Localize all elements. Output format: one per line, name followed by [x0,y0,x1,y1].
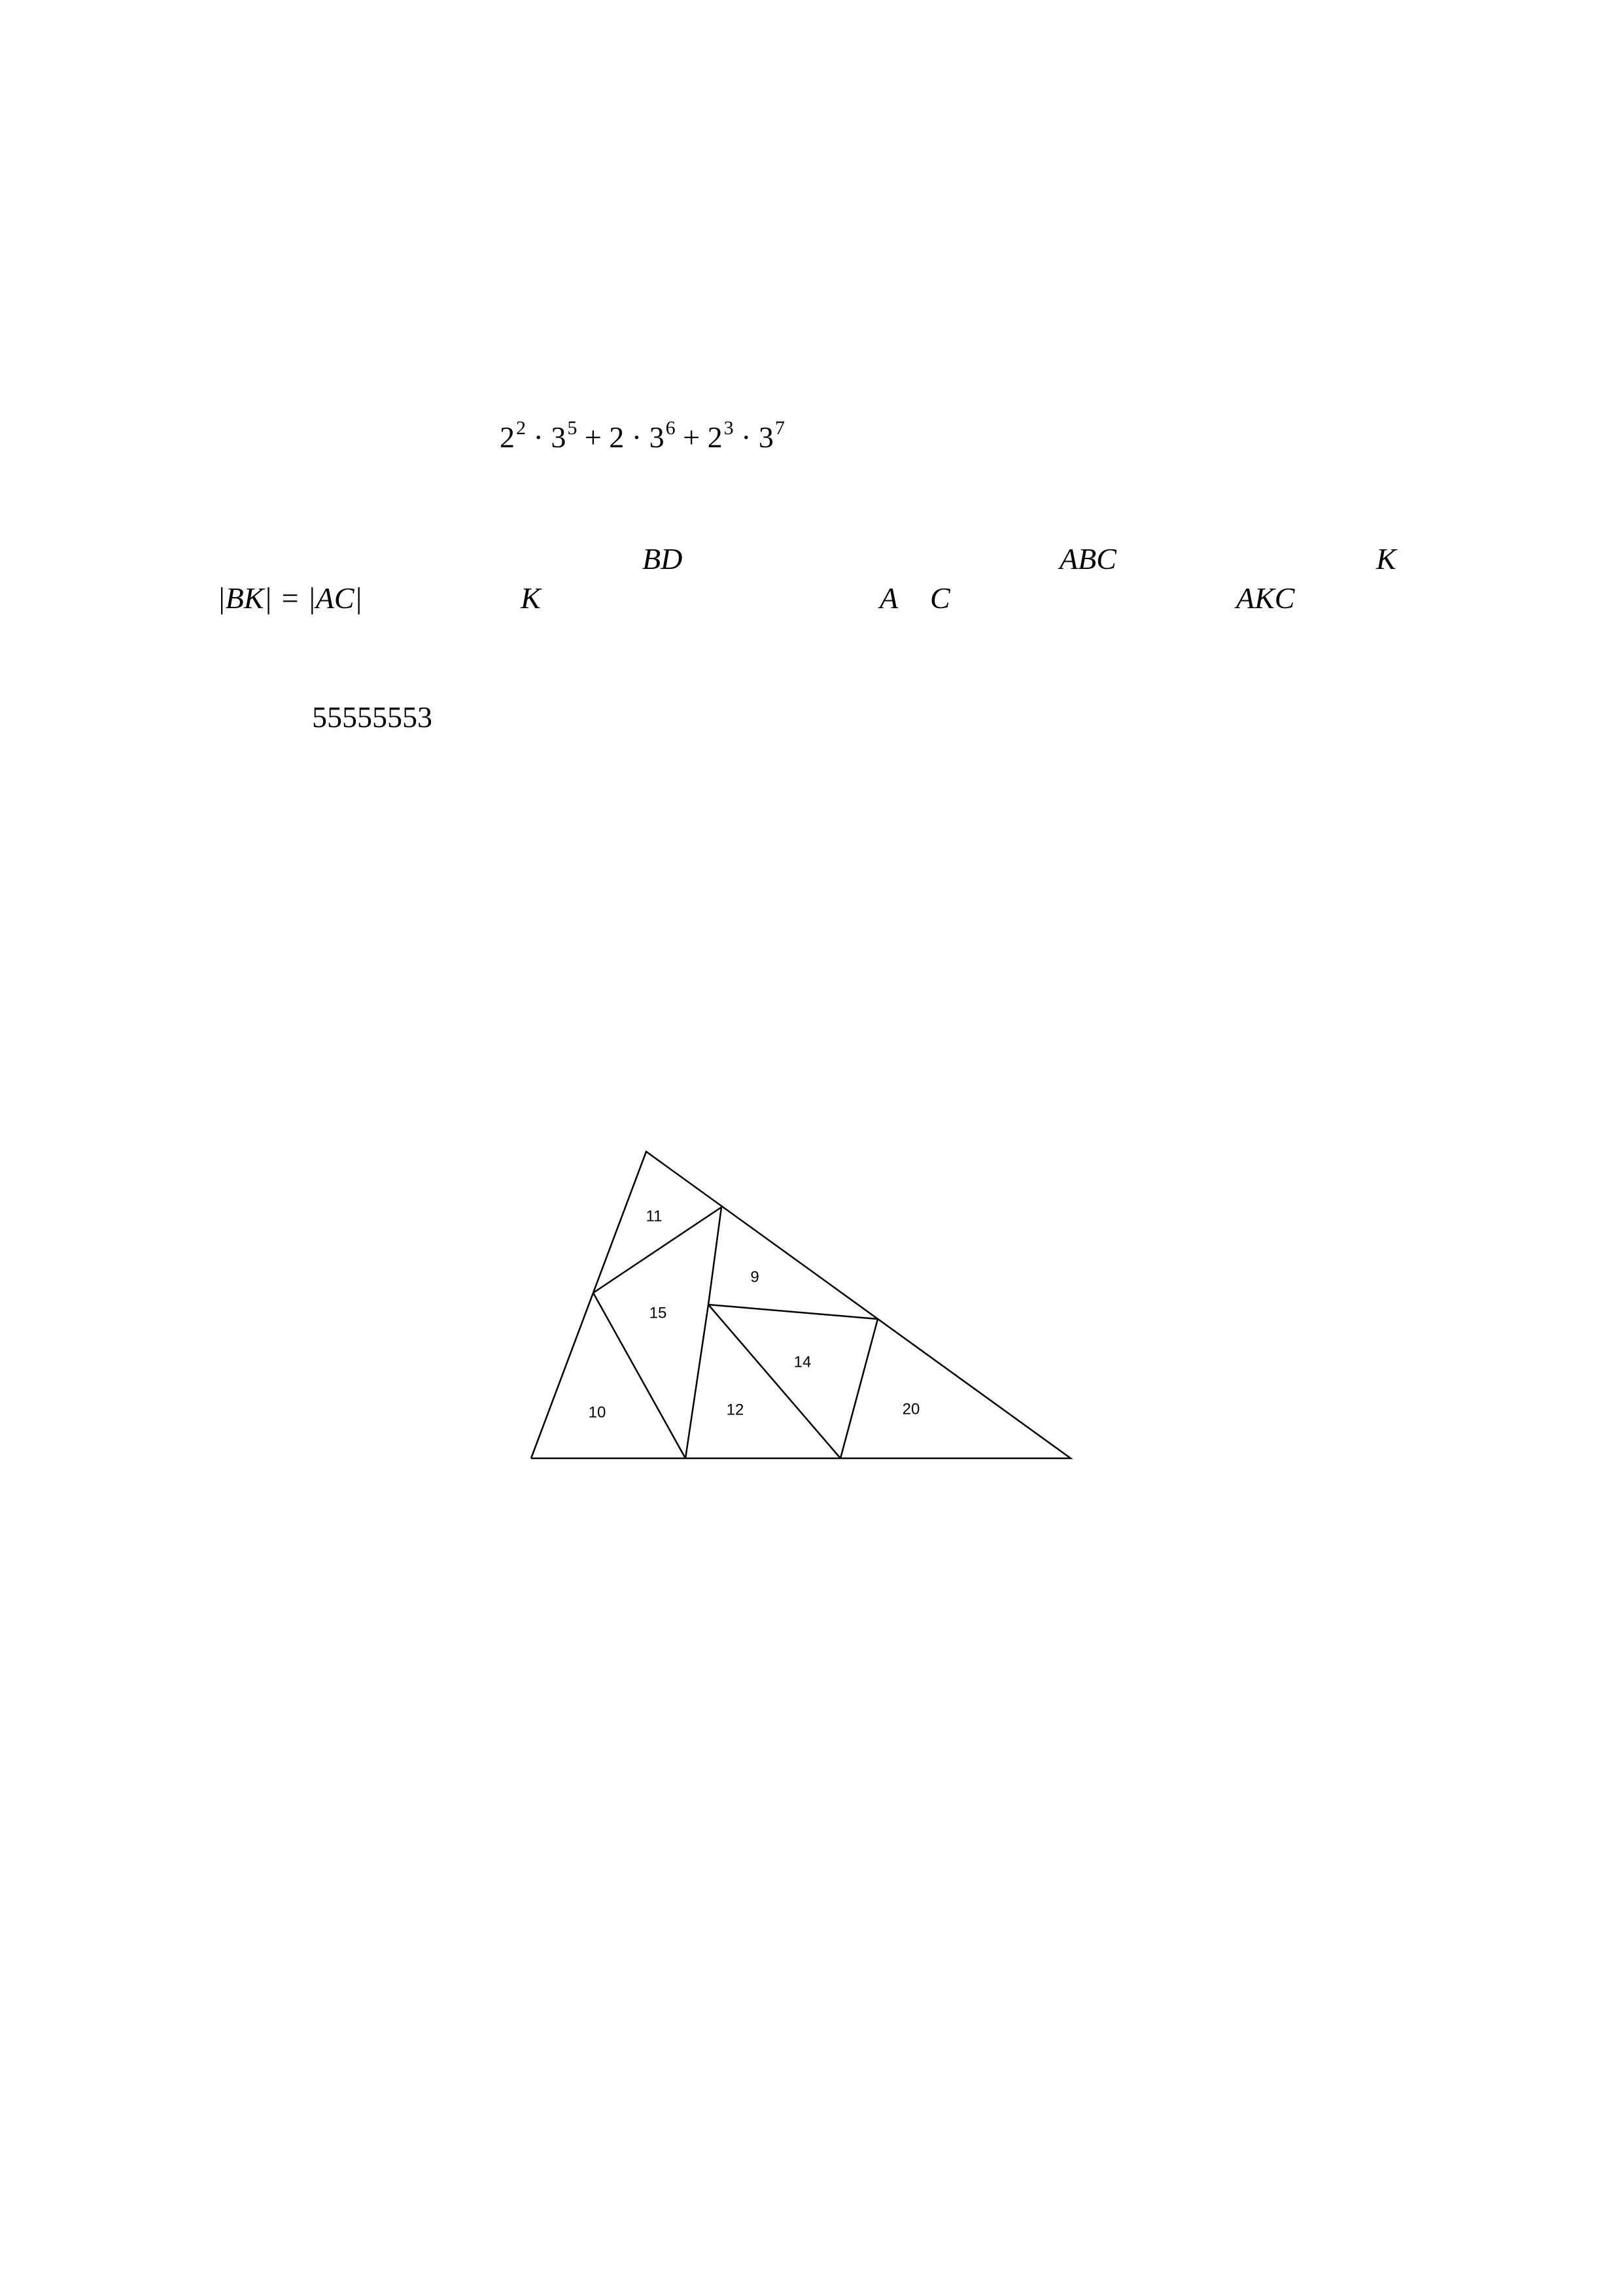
segment [708,1303,878,1320]
segment [592,1292,687,1459]
triangle-dissection-figure: 11 9 15 14 10 12 20 [530,1150,1073,1460]
region-label: 9 [750,1268,759,1286]
segment [707,1207,723,1305]
segment [839,1318,879,1459]
segment [684,1304,710,1459]
region-label: 10 [589,1403,606,1421]
region-label: 15 [649,1304,667,1322]
region-label: 20 [903,1400,920,1418]
region-label: 12 [727,1401,744,1418]
region-label: 11 [646,1207,663,1225]
segment [708,1304,841,1459]
region-label: 14 [794,1353,812,1371]
